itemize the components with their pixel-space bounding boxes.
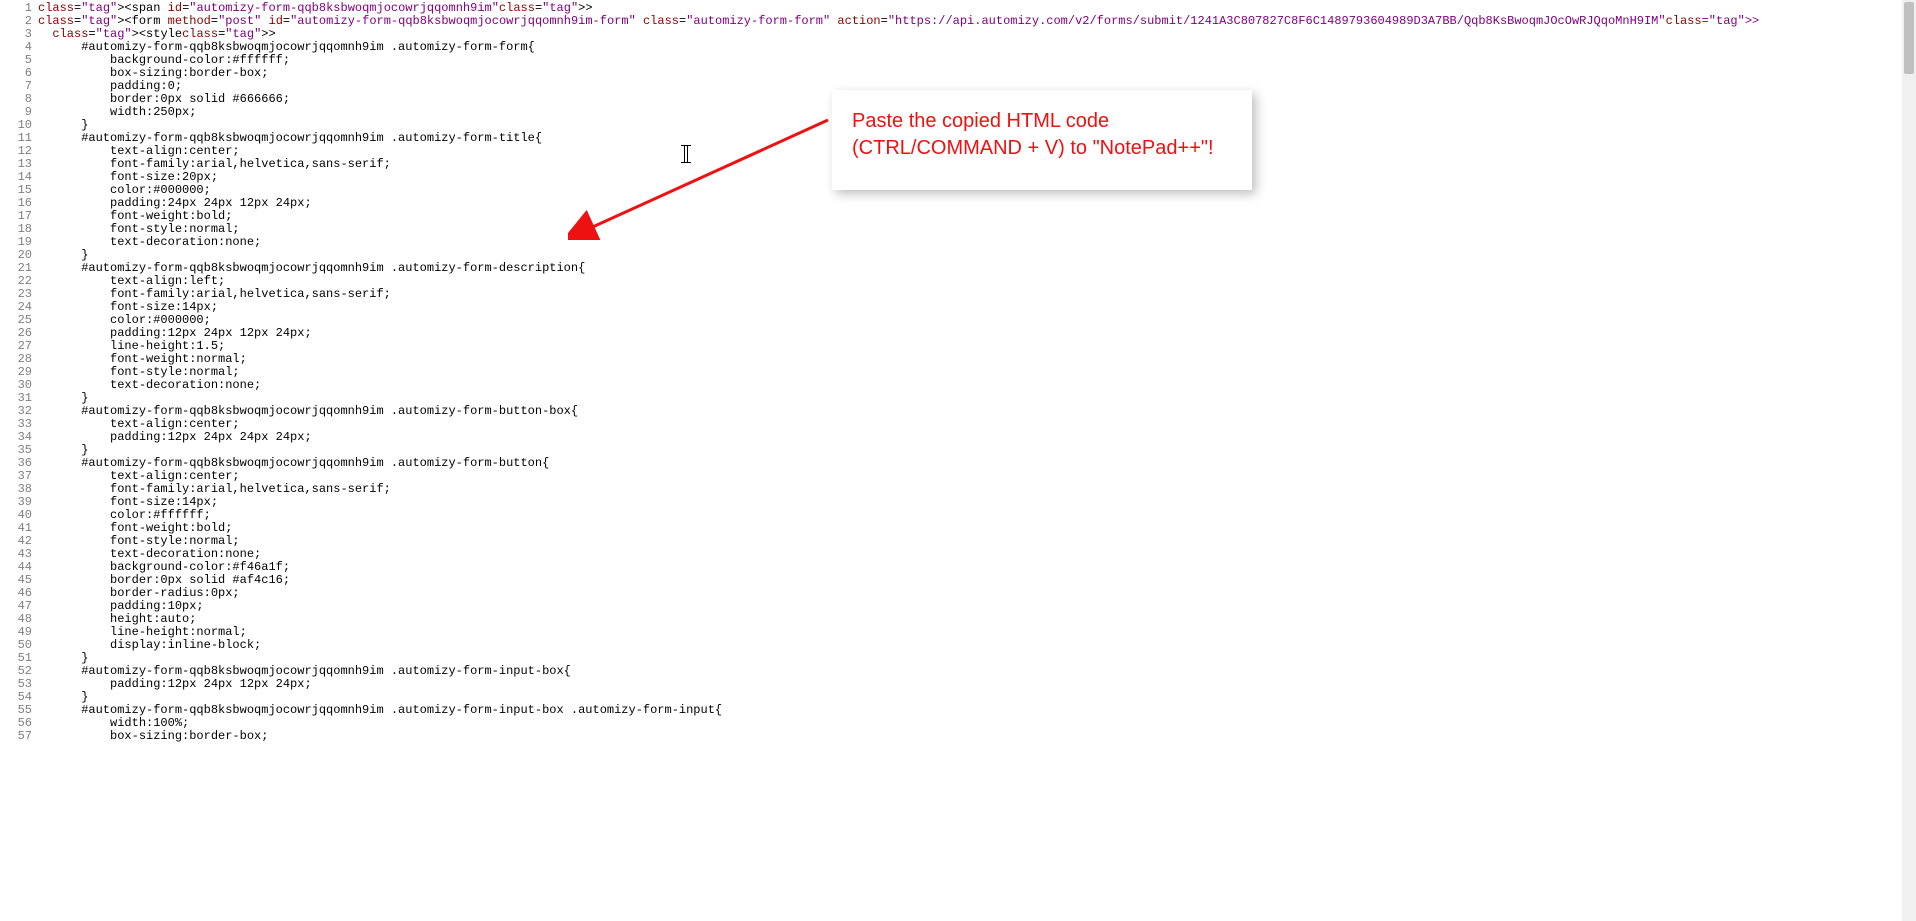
code-line[interactable]: font-weight:normal; <box>38 353 1902 366</box>
code-line[interactable]: color:#000000; <box>38 314 1902 327</box>
code-line[interactable]: background-color:#ffffff; <box>38 54 1902 67</box>
annotation-line2: (CTRL/COMMAND + V) to "NotePad++"! <box>852 137 1214 159</box>
code-line[interactable]: #automizy-form-qqb8ksbwoqmjocowrjqqomnh9… <box>38 262 1902 275</box>
code-line[interactable]: padding:12px 24px 12px 24px; <box>38 327 1902 340</box>
code-line[interactable]: #automizy-form-qqb8ksbwoqmjocowrjqqomnh9… <box>38 704 1902 717</box>
line-number: 5 <box>0 54 38 67</box>
code-line[interactable]: box-sizing:border-box; <box>38 67 1902 80</box>
line-number-gutter: 1234567891011121314151617181920212223242… <box>0 0 38 921</box>
code-line[interactable]: padding:12px 24px 12px 24px; <box>38 678 1902 691</box>
code-line[interactable]: font-size:14px; <box>38 301 1902 314</box>
code-line[interactable]: text-decoration:none; <box>38 548 1902 561</box>
code-line[interactable]: #automizy-form-qqb8ksbwoqmjocowrjqqomnh9… <box>38 41 1902 54</box>
line-number: 1 <box>0 2 38 15</box>
code-line[interactable]: padding:24px 24px 12px 24px; <box>38 197 1902 210</box>
code-line[interactable]: class="tag"><form method="post" id="auto… <box>38 15 1902 28</box>
code-line[interactable]: padding:12px 24px 24px 24px; <box>38 431 1902 444</box>
line-number: 8 <box>0 93 38 106</box>
annotation-line1: Paste the copied HTML code <box>852 110 1109 132</box>
annotation-callout: Paste the copied HTML code (CTRL/COMMAND… <box>832 90 1252 190</box>
code-line[interactable]: #automizy-form-qqb8ksbwoqmjocowrjqqomnh9… <box>38 457 1902 470</box>
code-line[interactable]: font-family:arial,helvetica,sans-serif; <box>38 288 1902 301</box>
code-line[interactable]: border-radius:0px; <box>38 587 1902 600</box>
line-number: 7 <box>0 80 38 93</box>
code-line[interactable]: padding:10px; <box>38 600 1902 613</box>
code-line[interactable]: font-style:normal; <box>38 223 1902 236</box>
code-line[interactable]: text-align:center; <box>38 418 1902 431</box>
line-number: 3 <box>0 28 38 41</box>
code-line[interactable]: height:auto; <box>38 613 1902 626</box>
annotation-text: Paste the copied HTML code (CTRL/COMMAND… <box>852 108 1232 162</box>
scrollbar-thumb[interactable] <box>1904 2 1914 74</box>
line-number: 4 <box>0 41 38 54</box>
code-line[interactable]: text-decoration:none; <box>38 379 1902 392</box>
code-line[interactable]: display:inline-block; <box>38 639 1902 652</box>
code-line[interactable]: width:100%; <box>38 717 1902 730</box>
code-line[interactable]: font-size:14px; <box>38 496 1902 509</box>
code-line[interactable]: font-family:arial,helvetica,sans-serif; <box>38 483 1902 496</box>
line-number: 6 <box>0 67 38 80</box>
code-line[interactable]: background-color:#f46a1f; <box>38 561 1902 574</box>
text-cursor-icon <box>684 145 688 163</box>
code-line[interactable]: color:#ffffff; <box>38 509 1902 522</box>
vertical-scrollbar[interactable] <box>1902 0 1916 921</box>
line-number: 57 <box>0 730 38 743</box>
code-line[interactable]: border:0px solid #af4c16; <box>38 574 1902 587</box>
code-line[interactable]: box-sizing:border-box; <box>38 730 1902 743</box>
line-number: 2 <box>0 15 38 28</box>
code-line[interactable]: #automizy-form-qqb8ksbwoqmjocowrjqqomnh9… <box>38 665 1902 678</box>
code-line[interactable]: #automizy-form-qqb8ksbwoqmjocowrjqqomnh9… <box>38 405 1902 418</box>
code-line[interactable]: font-style:normal; <box>38 535 1902 548</box>
code-line[interactable]: line-height:normal; <box>38 626 1902 639</box>
code-line[interactable]: font-weight:bold; <box>38 210 1902 223</box>
code-line[interactable]: font-weight:bold; <box>38 522 1902 535</box>
code-line[interactable]: text-decoration:none; <box>38 236 1902 249</box>
code-line[interactable]: font-style:normal; <box>38 366 1902 379</box>
code-line[interactable]: line-height:1.5; <box>38 340 1902 353</box>
